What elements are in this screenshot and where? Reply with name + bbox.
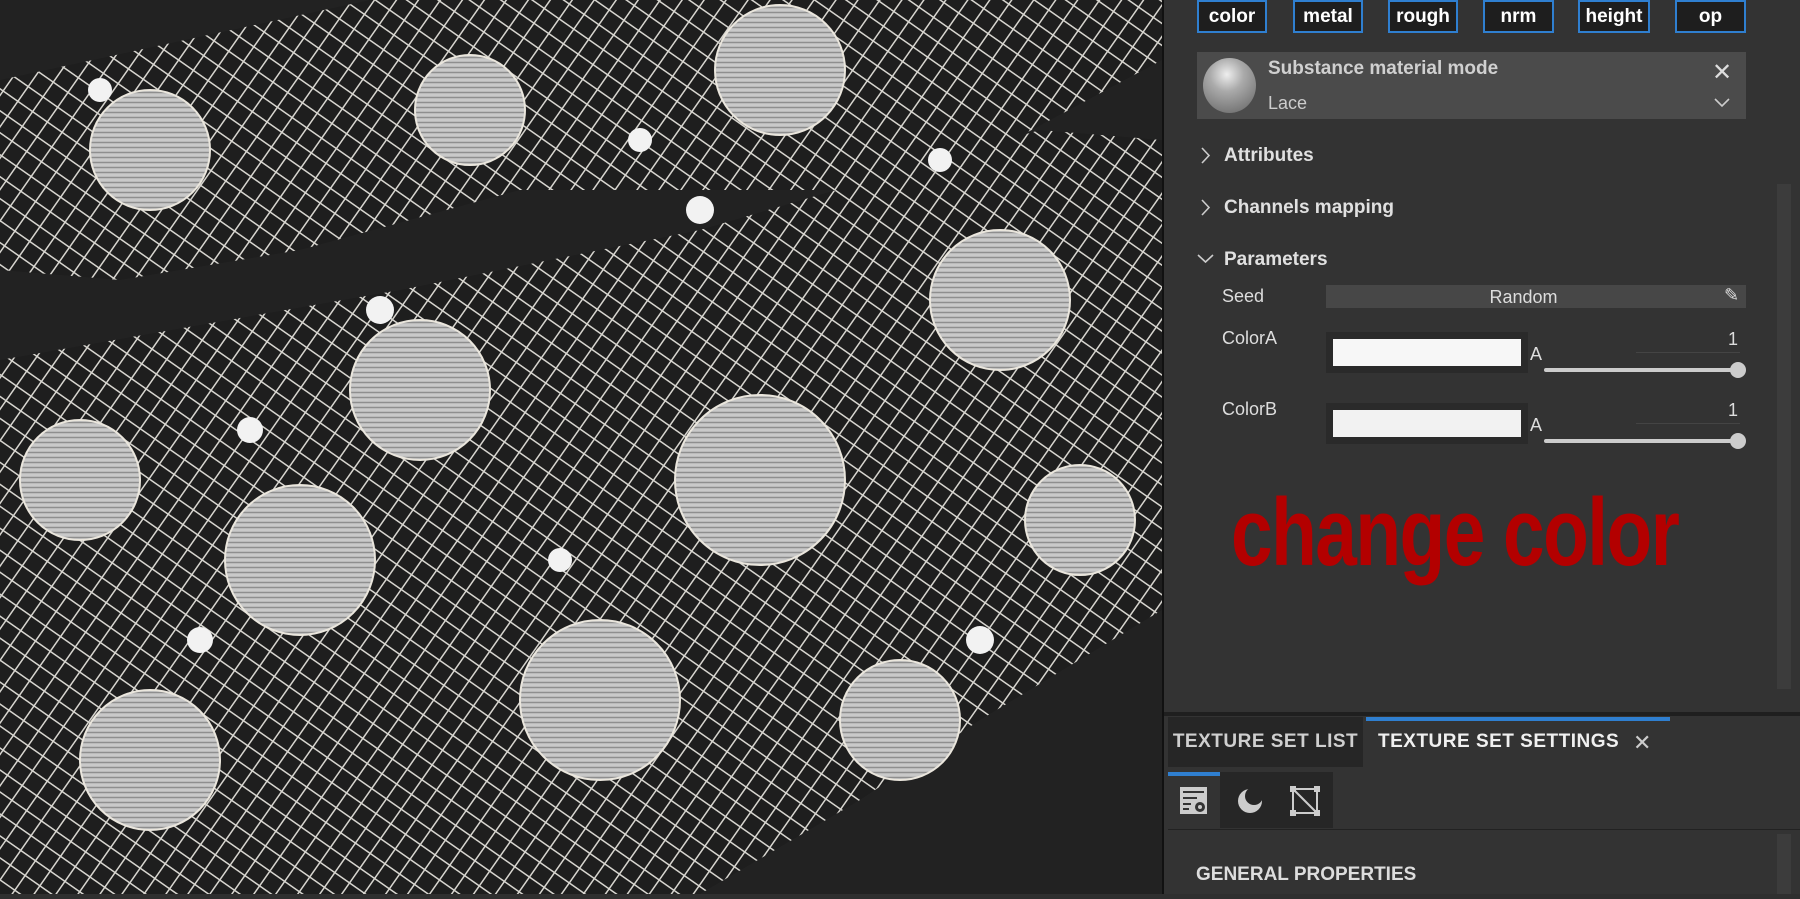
seed-label: Seed	[1222, 286, 1265, 306]
section-parameters[interactable]: Parameters	[1224, 249, 1328, 271]
scrollbar[interactable]	[1777, 834, 1791, 894]
close-icon[interactable]: ✕	[1633, 730, 1651, 756]
scrollbar[interactable]	[1777, 184, 1791, 689]
colorA-alpha-slider-handle[interactable]	[1730, 362, 1746, 378]
channel-chip-op[interactable]: op	[1675, 0, 1746, 33]
pencil-icon[interactable]: ✎	[1724, 285, 1739, 306]
material-preview-thumbnail	[1203, 58, 1256, 113]
panel-divider	[1162, 0, 1164, 894]
settings-list-icon[interactable]	[1179, 786, 1209, 816]
section-channels-mapping[interactable]: Channels mapping	[1224, 197, 1394, 219]
3d-viewport[interactable]	[0, 0, 1162, 894]
material-mode-value[interactable]: Lace	[1268, 93, 1307, 114]
colorA-alpha-value[interactable]: 1	[1728, 329, 1738, 350]
chevron-down-icon[interactable]	[1197, 254, 1214, 264]
material-mode-title: Substance material mode	[1268, 58, 1499, 79]
chevron-right-icon[interactable]	[1201, 199, 1211, 216]
channel-chip-nrm[interactable]: nrm	[1483, 0, 1554, 33]
chevron-down-icon[interactable]	[1714, 98, 1730, 108]
colorA-swatch[interactable]	[1326, 332, 1528, 373]
colorB-alpha-slider[interactable]	[1544, 439, 1738, 443]
channel-chip-rough[interactable]: rough	[1388, 0, 1458, 33]
divider	[1636, 423, 1740, 424]
colorA-fill	[1333, 339, 1521, 366]
divider	[1168, 829, 1800, 830]
close-icon[interactable]: ✕	[1712, 58, 1732, 87]
uv-mesh-icon[interactable]	[1290, 786, 1320, 816]
colorB-alpha-slider-handle[interactable]	[1730, 433, 1746, 449]
channel-chip-metal[interactable]: metal	[1293, 0, 1363, 33]
tab-texture-set-list[interactable]: TEXTURE SET LIST	[1168, 717, 1363, 767]
tab-texture-set-settings[interactable]: TEXTURE SET SETTINGS	[1378, 717, 1619, 767]
channel-chip-height[interactable]: height	[1578, 0, 1650, 33]
colorB-label: ColorB	[1222, 399, 1278, 419]
colorB-alpha-label: A	[1530, 415, 1543, 435]
divider	[1636, 352, 1740, 353]
material-sphere-icon[interactable]	[1235, 786, 1265, 816]
channel-chip-color[interactable]: color	[1197, 0, 1267, 33]
seed-value: Random	[1489, 287, 1558, 307]
annotation-text: change color	[1231, 479, 1680, 586]
general-properties-heading: GENERAL PROPERTIES	[1196, 864, 1417, 885]
colorB-swatch[interactable]	[1326, 403, 1528, 444]
colorB-fill	[1333, 410, 1521, 437]
colorA-label: ColorA	[1222, 328, 1278, 348]
chevron-right-icon[interactable]	[1201, 147, 1211, 164]
section-attributes[interactable]: Attributes	[1224, 145, 1314, 167]
colorB-alpha-value[interactable]: 1	[1728, 400, 1738, 421]
active-icon-indicator	[1168, 772, 1220, 776]
lace-model-render	[0, 0, 1162, 894]
colorA-alpha-slider[interactable]	[1544, 368, 1738, 372]
divider	[1164, 712, 1800, 716]
colorA-alpha-label: A	[1530, 344, 1543, 364]
